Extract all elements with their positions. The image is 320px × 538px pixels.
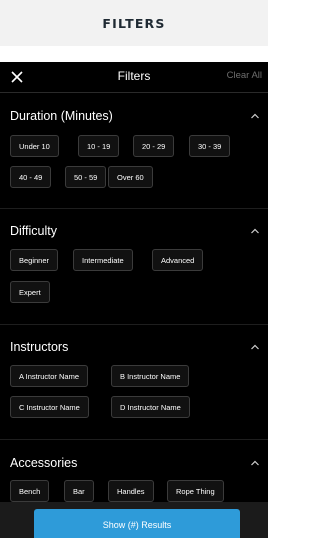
option-20-29[interactable]: 20 - 29 [133,135,175,157]
option-50-59[interactable]: 50 - 59 [65,166,107,188]
close-icon[interactable] [9,69,25,85]
section-accessories: Accessories Bench Bar Handles Rope Thing [0,456,268,506]
option-c-instructor[interactable]: C Instructor Name [10,396,89,418]
divider [0,439,268,440]
option-40-49[interactable]: 40 - 49 [10,166,52,188]
filters-topbar: Filters Clear All [0,62,268,93]
option-expert[interactable]: Expert [10,281,50,303]
section-title-difficulty: Difficulty [10,224,58,238]
section-title-duration: Duration (Minutes) [10,109,113,123]
option-d-instructor[interactable]: D Instructor Name [111,396,190,418]
option-10-19[interactable]: 10 - 19 [78,135,120,157]
option-bar[interactable]: Bar [64,480,94,502]
results-footer: Show (#) Results [0,502,268,538]
option-a-instructor[interactable]: A Instructor Name [10,365,89,387]
option-rope-thing[interactable]: Rope Thing [167,480,224,502]
section-instructors: Instructors A Instructor Name B Instruct… [0,340,268,440]
option-30-39[interactable]: 30 - 39 [189,135,231,157]
section-title-accessories: Accessories [10,456,78,470]
option-over-60[interactable]: Over 60 [108,166,153,188]
header-gap [0,46,268,62]
divider [0,324,268,325]
show-results-button[interactable]: Show (#) Results [34,509,240,538]
option-beginner[interactable]: Beginner [10,249,59,271]
page-title: FILTERS [102,15,166,31]
option-b-instructor[interactable]: B Instructor Name [111,365,190,387]
section-difficulty: Difficulty Beginner Intermediate Advance… [0,224,268,324]
section-title-instructors: Instructors [10,340,69,354]
option-intermediate[interactable]: Intermediate [73,249,133,271]
option-advanced[interactable]: Advanced [152,249,204,271]
option-under-10[interactable]: Under 10 [10,135,59,157]
option-handles[interactable]: Handles [108,480,154,502]
chevron-up-icon[interactable] [250,343,260,351]
divider [0,208,268,209]
filters-panel: Filters Clear All Duration (Minutes) Und… [0,62,268,538]
clear-all-button[interactable]: Clear All [227,70,262,81]
chevron-up-icon[interactable] [250,459,260,467]
chevron-up-icon[interactable] [250,112,260,120]
page-header: FILTERS [0,0,268,46]
chevron-up-icon[interactable] [250,227,260,235]
option-bench[interactable]: Bench [10,480,50,502]
